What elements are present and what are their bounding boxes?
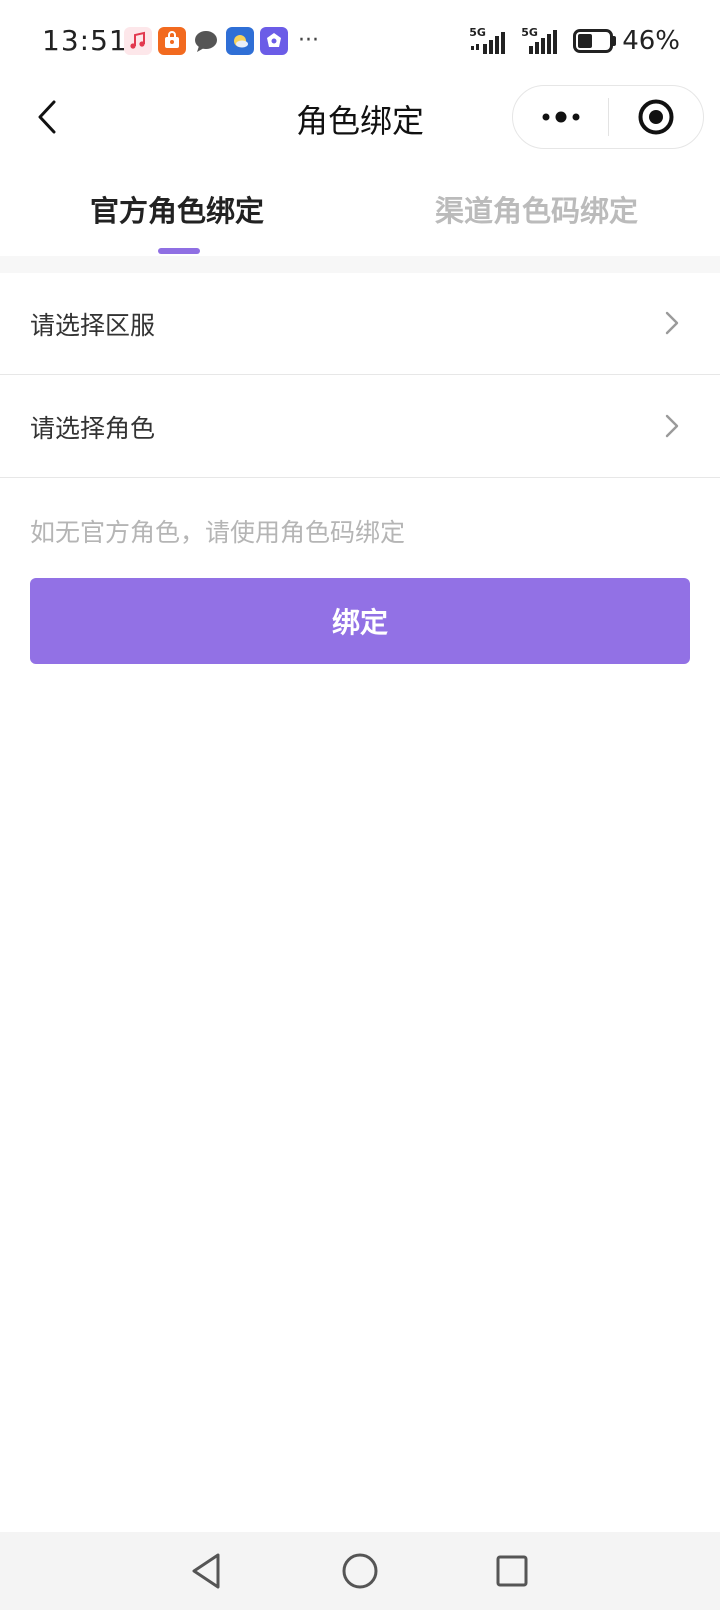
app-icon bbox=[260, 27, 288, 55]
role-code-hint: 如无官方角色，请使用角色码绑定 bbox=[30, 518, 406, 547]
system-recent-apps-button[interactable] bbox=[489, 1548, 535, 1594]
circle-home-icon bbox=[342, 1553, 378, 1589]
select-role-label: 请选择角色 bbox=[30, 414, 156, 443]
tab-channel-role-code-binding[interactable]: 渠道角色码绑定 bbox=[435, 188, 638, 230]
more-menu-button[interactable] bbox=[513, 86, 608, 148]
system-home-button[interactable] bbox=[337, 1548, 383, 1594]
notification-icons: ··· bbox=[124, 27, 319, 55]
triangle-back-icon bbox=[192, 1553, 220, 1589]
battery-percent: 46% bbox=[622, 26, 680, 56]
nav-bar: 角色绑定 bbox=[0, 84, 720, 150]
more-notifications-indicator: ··· bbox=[298, 28, 319, 53]
select-server-label: 请选择区服 bbox=[30, 311, 156, 340]
system-back-button[interactable] bbox=[183, 1548, 229, 1594]
signal-5g-2-icon: 5G bbox=[521, 26, 565, 56]
status-time: 13:51 bbox=[42, 24, 128, 57]
mini-program-capsule bbox=[512, 85, 704, 149]
battery-icon: 46% bbox=[573, 26, 680, 56]
select-role-row[interactable]: 请选择角色 bbox=[0, 376, 720, 478]
binding-tabs: 官方角色绑定 渠道角色码绑定 bbox=[0, 170, 720, 256]
weather-icon bbox=[226, 27, 254, 55]
close-mini-program-button[interactable] bbox=[609, 86, 703, 148]
signal-5g-1-icon: 5G bbox=[469, 26, 513, 56]
chevron-right-icon bbox=[665, 414, 679, 438]
system-navigation-bar bbox=[0, 1532, 720, 1610]
message-icon bbox=[192, 27, 220, 55]
status-bar: 13:51 ··· 5G 5G 46% bbox=[0, 0, 720, 84]
square-recents-icon bbox=[496, 1555, 528, 1587]
active-tab-indicator bbox=[158, 248, 200, 254]
shopping-icon bbox=[158, 27, 186, 55]
bind-button[interactable]: 绑定 bbox=[30, 578, 690, 664]
target-close-icon bbox=[638, 99, 674, 135]
chevron-right-icon bbox=[665, 311, 679, 335]
music-icon bbox=[124, 27, 152, 55]
select-server-row[interactable]: 请选择区服 bbox=[0, 273, 720, 375]
section-separator bbox=[0, 256, 720, 273]
system-status-icons: 5G 5G 46% bbox=[469, 26, 680, 56]
more-dots-icon bbox=[542, 111, 579, 123]
tab-official-role-binding[interactable]: 官方角色绑定 bbox=[90, 188, 264, 230]
